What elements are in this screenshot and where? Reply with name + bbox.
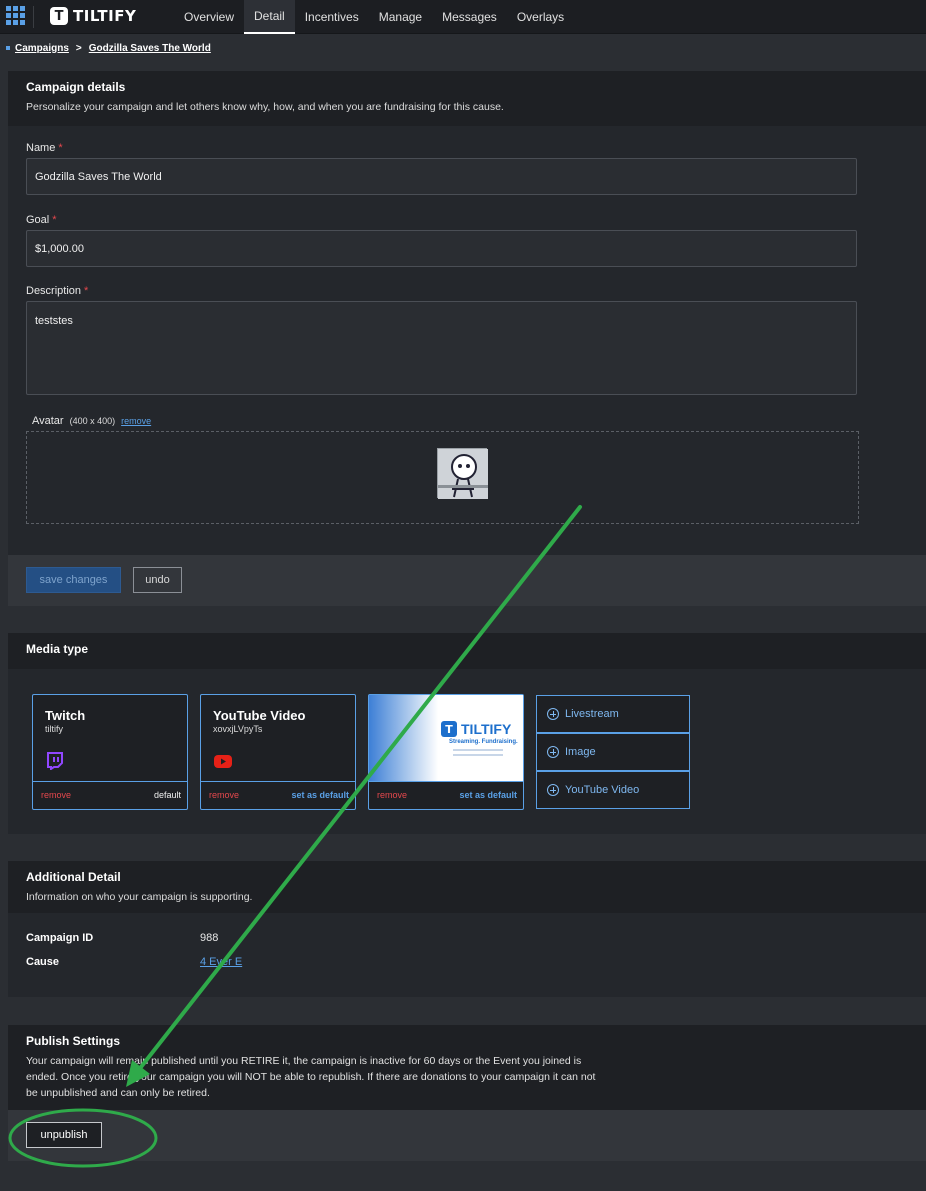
- media-type-title: Media type: [26, 642, 89, 656]
- undo-button[interactable]: undo: [133, 567, 182, 593]
- add-youtube-video-label: YouTube Video: [565, 784, 640, 796]
- twitch-icon: [45, 752, 65, 771]
- breadcrumb-current-link[interactable]: Godzilla Saves The World: [89, 43, 211, 54]
- thumbnail-logo: T TILTIFY: [441, 721, 511, 737]
- goal-input[interactable]: $1,000.00: [26, 230, 857, 267]
- header-divider: [33, 6, 34, 28]
- tiltify-logo[interactable]: T TILTIFY: [50, 6, 136, 26]
- tab-overlays[interactable]: Overlays: [507, 0, 574, 34]
- add-youtube-video-button[interactable]: YouTube Video: [536, 771, 690, 809]
- media-card-footer: remove default: [33, 781, 187, 809]
- add-livestream-button[interactable]: Livestream: [536, 695, 690, 733]
- cause-link[interactable]: 4 Ever E: [200, 956, 242, 968]
- plus-circle-icon: [547, 746, 559, 758]
- set-as-default-link[interactable]: set as default: [291, 790, 349, 800]
- media-card-youtube[interactable]: YouTube Video xovxjLVpyTs remove set as …: [200, 694, 356, 810]
- breadcrumb: Campaigns > Godzilla Saves The World: [6, 41, 211, 55]
- media-remove-link[interactable]: remove: [209, 790, 239, 800]
- youtube-icon: [213, 752, 233, 770]
- avatar-label: Avatar (400 x 400) remove: [32, 415, 152, 427]
- thumbnail-tagline: Streaming. Fundraising.: [449, 739, 518, 745]
- tab-incentives[interactable]: Incentives: [295, 0, 369, 34]
- campaign-details-header: Campaign details Personalize your campai…: [8, 71, 926, 126]
- thumbnail-text-line: [453, 754, 503, 756]
- apps-grid-icon[interactable]: [6, 6, 26, 26]
- thumbnail-text-line: [453, 749, 503, 751]
- name-label: Name *: [26, 142, 63, 154]
- media-card-title: YouTube Video: [213, 708, 306, 723]
- add-image-button[interactable]: Image: [536, 733, 690, 771]
- media-card-footer: remove set as default: [201, 781, 355, 809]
- main-nav: Overview Detail Incentives Manage Messag…: [174, 0, 574, 34]
- additional-detail-subtitle: Information on who your campaign is supp…: [26, 891, 253, 903]
- add-image-label: Image: [565, 746, 596, 758]
- required-mark: *: [58, 142, 63, 154]
- tab-detail[interactable]: Detail: [244, 0, 295, 34]
- save-changes-button[interactable]: save changes: [26, 567, 121, 593]
- campaign-details-subtitle: Personalize your campaign and let others…: [26, 101, 504, 113]
- avatar-remove-link[interactable]: remove: [121, 416, 151, 426]
- tab-messages[interactable]: Messages: [432, 0, 507, 34]
- publish-settings-title: Publish Settings: [26, 1034, 121, 1048]
- required-mark: *: [52, 214, 57, 226]
- breadcrumb-campaigns-link[interactable]: Campaigns: [15, 43, 69, 54]
- campaign-id-value: 988: [200, 932, 219, 944]
- add-livestream-label: Livestream: [565, 708, 619, 720]
- avatar-image: [437, 448, 488, 499]
- additional-detail-header: Additional Detail Information on who you…: [8, 861, 926, 913]
- media-remove-link[interactable]: remove: [41, 790, 71, 800]
- tab-manage[interactable]: Manage: [369, 0, 432, 34]
- thumbnail-logo-text: TILTIFY: [461, 721, 512, 737]
- breadcrumb-bullet-icon: [6, 46, 10, 50]
- goal-label: Goal *: [26, 214, 57, 226]
- description-textarea[interactable]: teststes: [26, 301, 857, 395]
- plus-circle-icon: [547, 784, 559, 796]
- media-card-subtitle: tiltify: [45, 724, 63, 734]
- media-card-footer: remove set as default: [369, 781, 523, 809]
- media-card-twitch[interactable]: Twitch tiltify remove default: [32, 694, 188, 810]
- additional-detail-title: Additional Detail: [26, 870, 121, 884]
- media-image-thumbnail: T TILTIFY Streaming. Fundraising.: [369, 695, 523, 782]
- tiltify-logo-icon: T: [50, 7, 68, 25]
- unpublish-button[interactable]: unpublish: [26, 1122, 102, 1148]
- default-label: default: [153, 790, 181, 800]
- breadcrumb-separator: >: [75, 42, 82, 54]
- additional-detail-panel: Additional Detail Information on who you…: [8, 861, 926, 997]
- media-card-subtitle: xovxjLVpyTs: [213, 724, 263, 734]
- campaign-id-label: Campaign ID: [26, 932, 94, 944]
- media-type-header: Media type: [8, 633, 926, 669]
- required-mark: *: [84, 285, 89, 297]
- media-card-image[interactable]: T TILTIFY Streaming. Fundraising. remove…: [368, 694, 524, 810]
- media-remove-link[interactable]: remove: [377, 790, 407, 800]
- logo-text: TILTIFY: [73, 7, 137, 25]
- name-input[interactable]: Godzilla Saves The World: [26, 158, 857, 195]
- cause-label: Cause: [26, 956, 60, 968]
- publish-settings-footer: [8, 1110, 926, 1161]
- publish-settings-text: Your campaign will remain published unti…: [26, 1055, 596, 1099]
- set-as-default-link[interactable]: set as default: [459, 790, 517, 800]
- description-label: Description *: [26, 285, 89, 297]
- campaign-details-title: Campaign details: [26, 80, 126, 94]
- avatar-dropzone[interactable]: [26, 431, 859, 524]
- avatar-dimensions: (400 x 400): [69, 416, 116, 426]
- media-card-title: Twitch: [45, 708, 86, 723]
- plus-circle-icon: [547, 708, 559, 720]
- tiltify-logo-icon: T: [441, 721, 457, 737]
- top-bar: T TILTIFY Overview Detail Incentives Man…: [0, 0, 926, 34]
- tab-overview[interactable]: Overview: [174, 0, 244, 34]
